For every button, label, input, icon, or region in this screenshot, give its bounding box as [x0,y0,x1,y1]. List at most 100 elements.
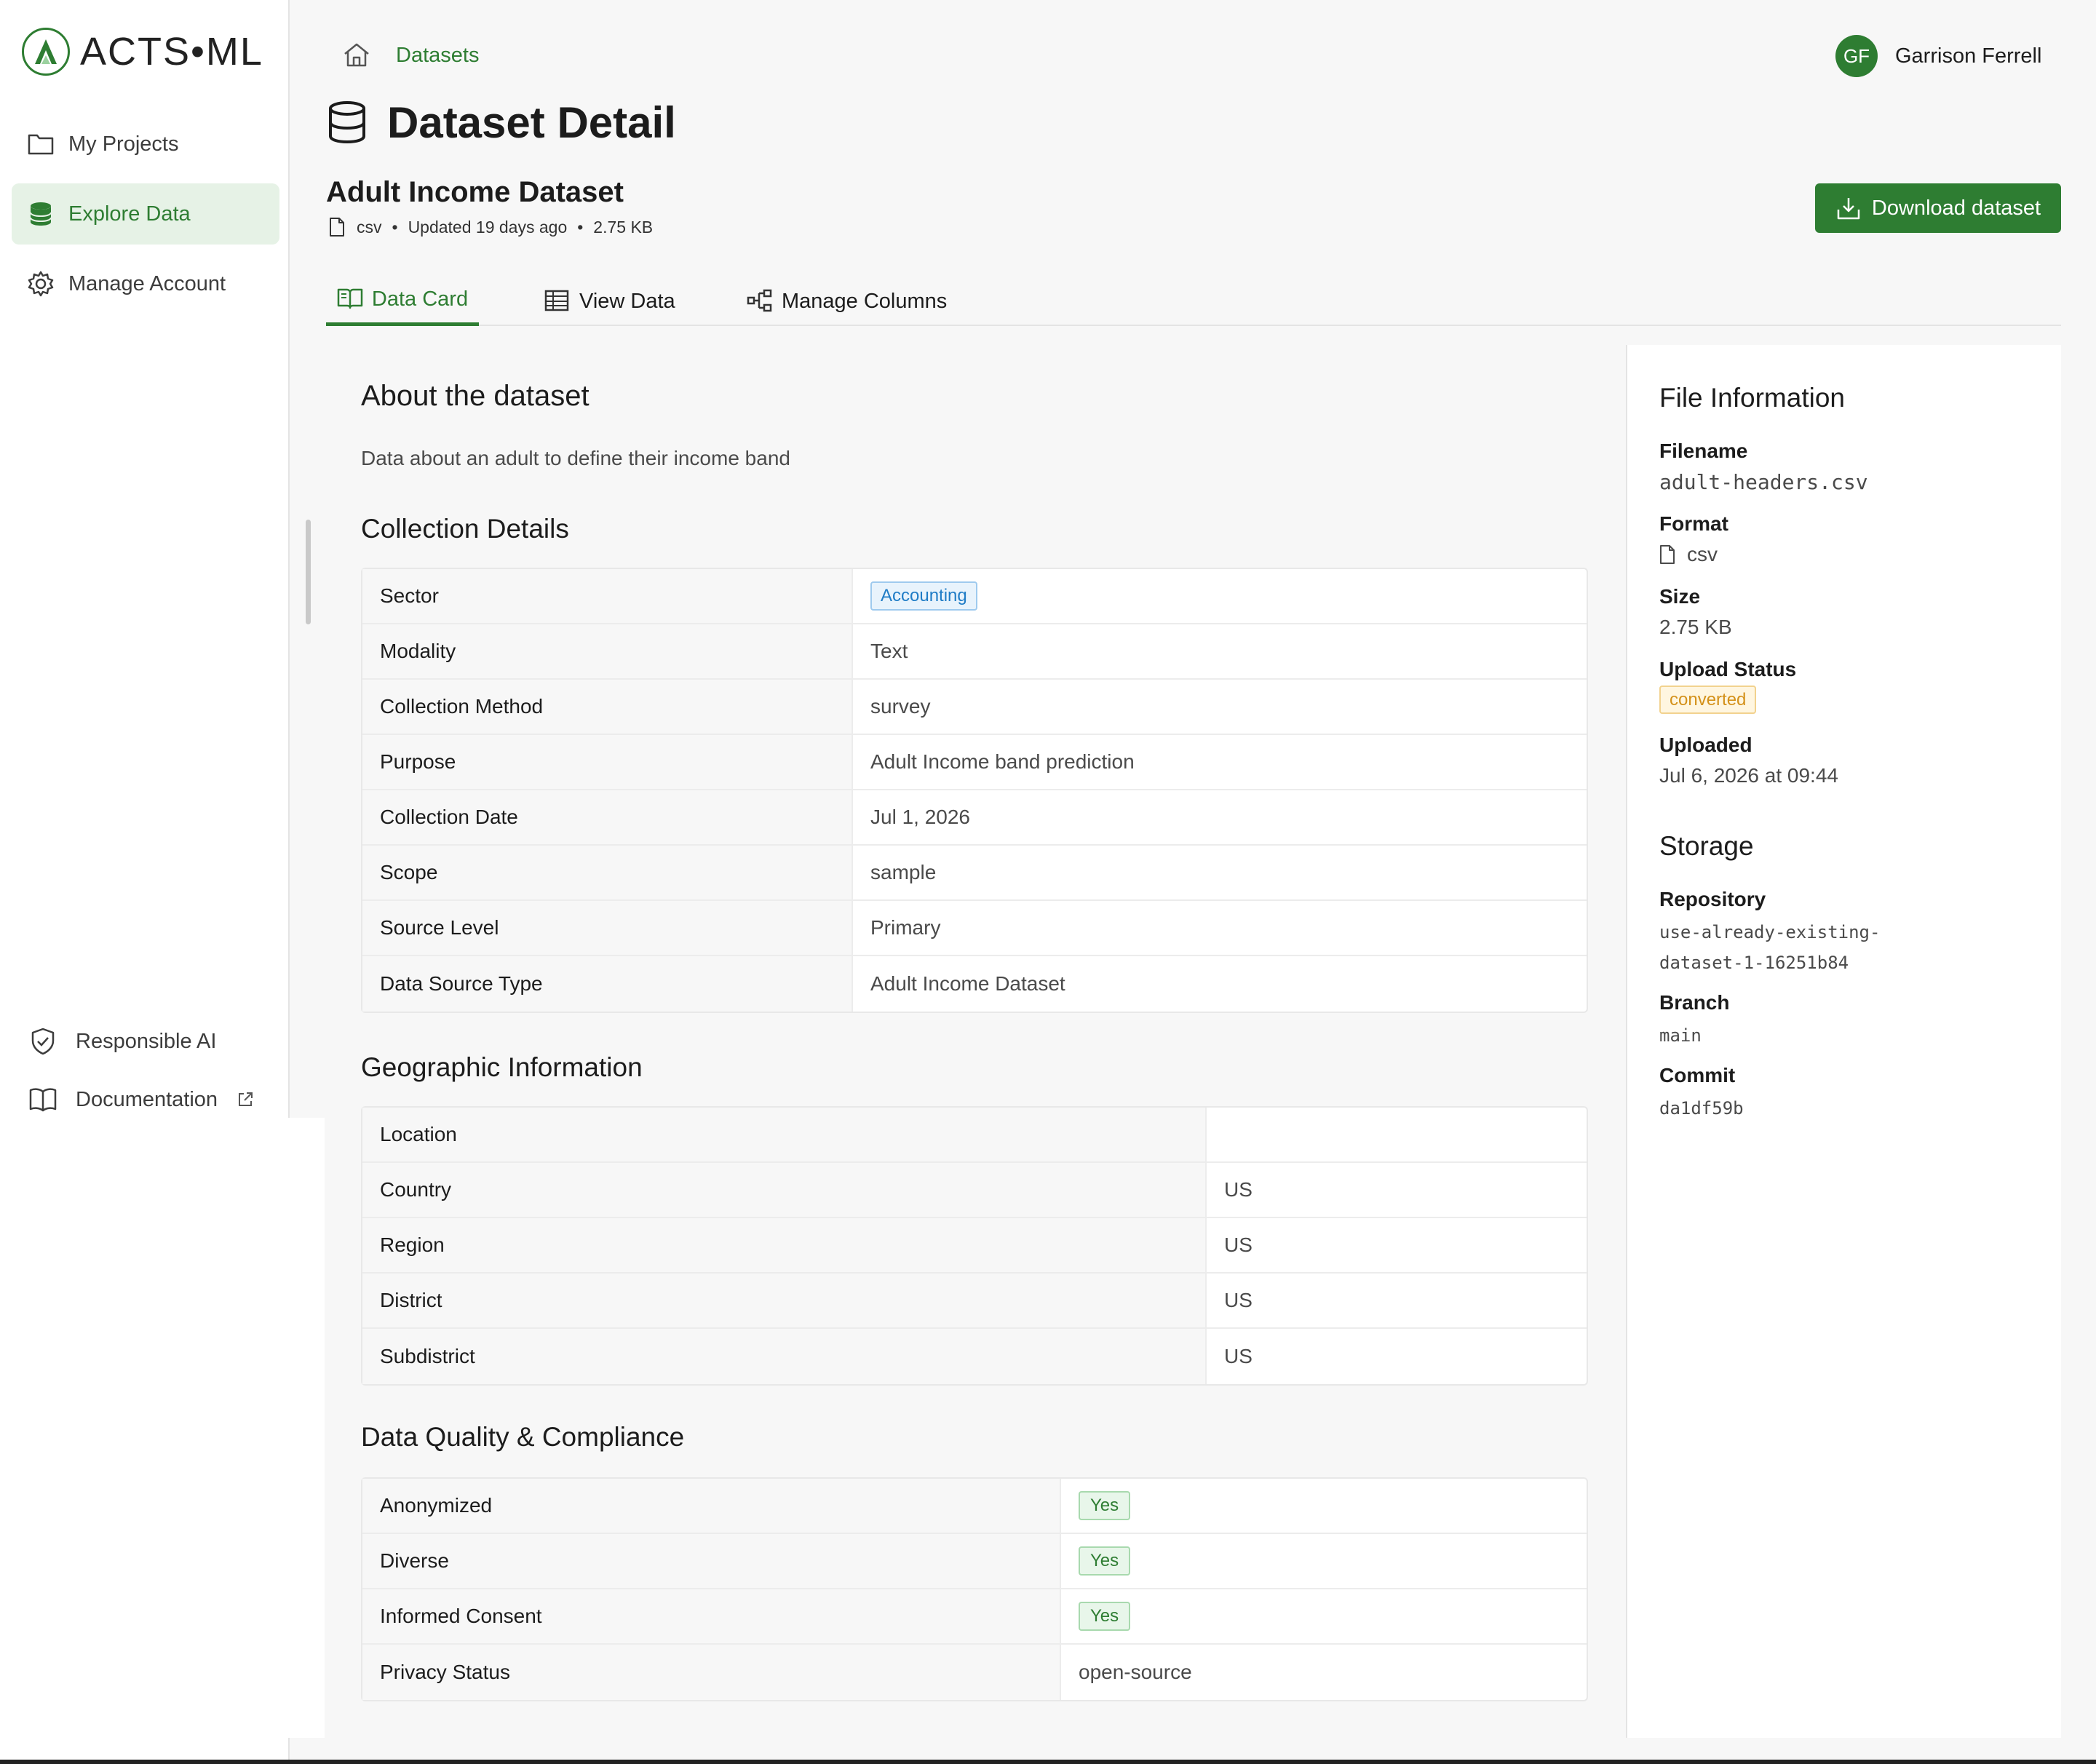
row-key: Data Source Type [362,956,853,1012]
table-row: Informed Consent Yes [362,1589,1587,1645]
sidebar-item-my-projects[interactable]: My Projects [12,114,279,175]
dataset-updated: Updated 19 days ago [408,217,568,237]
table-row: Country US [362,1163,1587,1218]
logo-mark-icon [22,28,70,76]
storage-heading: Storage [1659,831,1754,861]
dataset-size: 2.75 KB [593,217,654,237]
home-icon[interactable] [342,41,371,70]
repository-value: use-already-existing- dataset-1-16251b84 [1659,917,1880,978]
table-row: Purpose Adult Income band prediction [362,735,1587,790]
row-value: US [1207,1218,1253,1272]
geographic-info-table: Location Country US Region US District U… [361,1106,1588,1386]
dataset-format: csv [357,217,382,237]
repository-label: Repository [1659,888,1766,910]
row-value: Text [853,624,908,678]
sidebar-scrollbar[interactable] [306,520,311,624]
external-link-icon [237,1091,254,1108]
sidebar-item-label: Documentation [76,1087,218,1111]
data-quality-table: Anonymized Yes Diverse Yes Informed Cons… [361,1477,1588,1701]
table-row: Data Source Type Adult Income Dataset [362,956,1587,1012]
size-value: 2.75 KB [1659,616,1732,638]
sidebar-item-label: Explore Data [68,202,191,226]
sidebar-item-explore-data[interactable]: Explore Data [12,183,279,245]
row-value: US [1207,1329,1253,1384]
page-title: Dataset Detail [328,98,676,148]
table-row: Location [362,1108,1587,1163]
tab-bar: Data Card View Data Manage Columns [326,277,2061,326]
row-key: Purpose [362,735,853,789]
about-description: Data about an adult to define their inco… [361,447,790,469]
table-row: Privacy Status open-source [362,1645,1587,1700]
book-icon [28,1084,58,1115]
sidebar-item-responsible-ai[interactable]: Responsible AI [28,1026,216,1057]
table-row: Modality Text [362,624,1587,680]
table-row: Subdistrict US [362,1329,1587,1384]
sector-tag: Accounting [870,581,977,611]
file-icon [1659,544,1675,565]
row-key: Subdistrict [362,1329,1207,1384]
tab-manage-columns[interactable]: Manage Columns [747,277,947,326]
row-value: Yes [1061,1479,1131,1533]
row-key: Modality [362,624,853,678]
download-dataset-button[interactable]: Download dataset [1815,183,2061,233]
tab-data-card[interactable]: Data Card [326,277,479,326]
table-row: Scope sample [362,846,1587,901]
database-icon [26,199,55,229]
row-key: Collection Method [362,680,853,734]
book-open-icon [337,287,363,312]
row-value: US [1207,1274,1253,1327]
status-badge: Yes [1079,1491,1131,1520]
row-key: Source Level [362,901,853,955]
row-value: Jul 1, 2026 [853,790,970,844]
collection-heading: Collection Details [361,514,569,544]
sidebar-item-label: Responsible AI [76,1029,217,1053]
row-key: Location [362,1108,1207,1161]
page-title-text: Dataset Detail [387,98,676,147]
format-value: csv [1659,543,1718,566]
window-bottom-edge [0,1760,2096,1764]
filename-value: adult-headers.csv [1659,470,1868,494]
sidebar-item-manage-account[interactable]: Manage Account [12,253,279,314]
app-logo[interactable]: ACTS•ML [22,28,263,76]
repository-line: use-already-existing- [1659,922,1881,942]
row-value: Yes [1061,1589,1131,1643]
status-badge: Yes [1079,1546,1131,1576]
dataset-name: Adult Income Dataset [326,176,624,208]
row-key: Scope [362,846,853,899]
row-value: sample [853,846,937,899]
status-badge: converted [1659,686,1757,714]
breadcrumb-datasets-link[interactable]: Datasets [396,44,479,68]
row-value: US [1207,1163,1253,1217]
sidebar-item-documentation[interactable]: Documentation [28,1084,254,1115]
size-label: Size [1659,585,1701,608]
about-heading: About the dataset [361,380,590,412]
table-row: Collection Date Jul 1, 2026 [362,790,1587,846]
row-value: open-source [1061,1645,1192,1700]
row-value: Accounting [853,569,977,623]
table-icon [544,289,571,314]
tab-label: Data Card [371,287,469,311]
geo-heading: Geographic Information [361,1052,643,1082]
dataset-meta: csv • Updated 19 days ago • 2.75 KB [329,217,653,237]
file-info-heading: File Information [1659,383,1845,413]
table-row: Sector Accounting [362,569,1587,624]
upload-status-value: converted [1659,686,1757,714]
sidebar-item-label: Manage Account [68,271,226,295]
row-key: Informed Consent [362,1589,1061,1643]
avatar[interactable]: GF [1835,35,1878,77]
commit-value: da1df59b [1659,1098,1744,1119]
quality-heading: Data Quality & Compliance [361,1422,685,1452]
row-key: District [362,1274,1207,1327]
user-menu[interactable]: GF Garrison Ferrell [1835,35,2041,77]
sidebar-item-label: My Projects [68,132,179,156]
row-key: Sector [362,569,853,623]
logo-text: ACTS•ML [80,30,263,74]
tab-label: View Data [579,289,675,313]
tab-label: Manage Columns [782,289,948,313]
tab-view-data[interactable]: View Data [544,277,675,326]
row-key: Anonymized [362,1479,1061,1533]
filename-label: Filename [1659,440,1748,462]
row-value: survey [853,680,931,734]
row-key: Country [362,1163,1207,1217]
meta-separator: • [577,217,584,237]
